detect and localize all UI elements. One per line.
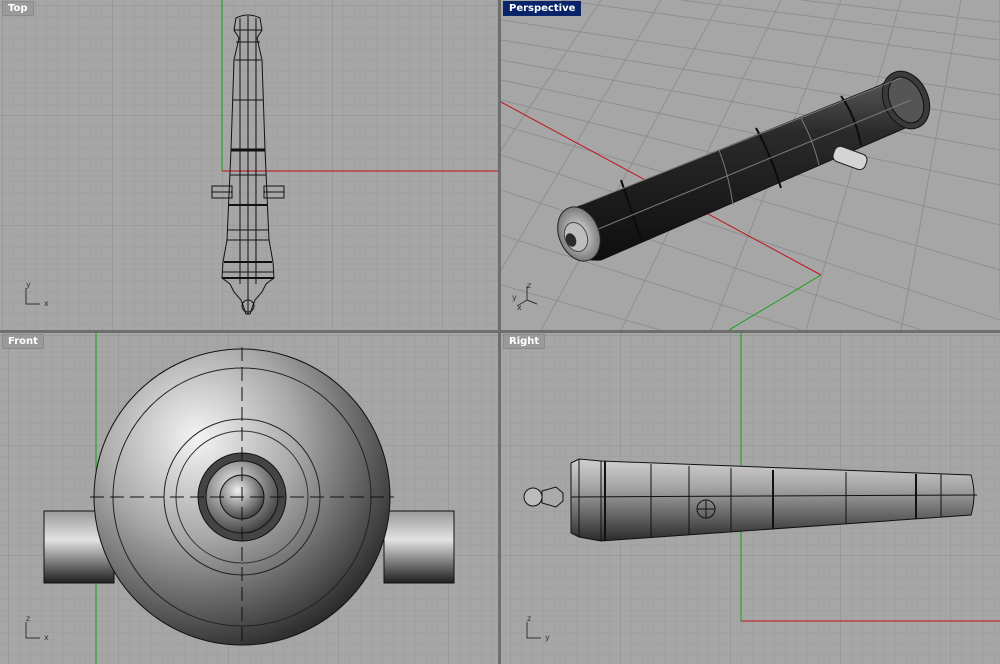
axis-label-z: z [26,614,31,623]
axis-indicator-perspective: z y x [509,282,549,312]
axis-label-x: x [44,633,49,642]
viewport-perspective[interactable]: Perspective z y x [501,0,1000,330]
axis-label-x: x [44,299,49,308]
axis-label-y: y [26,280,31,289]
viewport-top[interactable]: Top y x [0,0,498,330]
right-view-canvas[interactable] [501,333,1000,664]
viewport-front[interactable]: Front z x [0,333,498,664]
axis-label-y: y [545,633,550,642]
viewport-label-front[interactable]: Front [2,334,44,349]
axis-label-z: z [527,281,532,290]
viewport-label-top[interactable]: Top [2,1,34,16]
axis-indicator-front: z x [22,614,62,646]
cannon-perspective-model [557,70,931,262]
viewport-label-right[interactable]: Right [503,334,546,349]
viewport-right[interactable]: Right z y [501,333,1000,664]
axis-label-z: z [527,614,532,623]
axis-indicator-top: y x [22,280,62,312]
axis-label-x: x [517,303,522,312]
front-view-canvas[interactable] [0,333,498,664]
viewport-label-perspective[interactable]: Perspective [503,1,582,16]
top-view-canvas[interactable] [0,0,498,330]
axis-indicator-right: z y [523,614,563,646]
axis-label-y: y [512,293,517,302]
perspective-view-canvas[interactable] [501,0,1000,330]
